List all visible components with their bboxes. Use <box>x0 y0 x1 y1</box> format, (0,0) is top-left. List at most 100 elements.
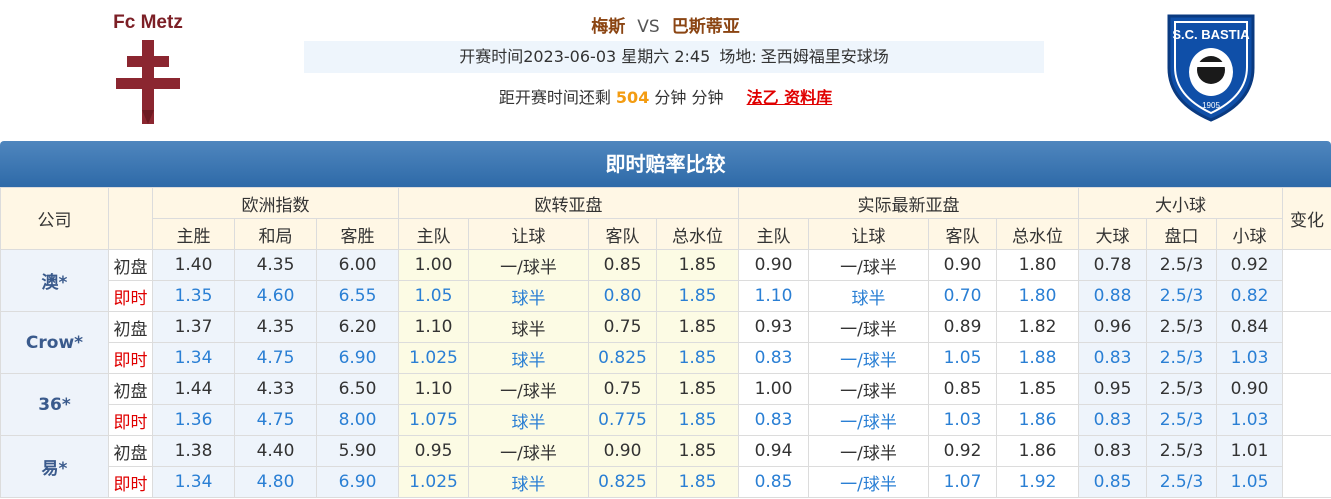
company-name[interactable]: 易* <box>0 435 109 498</box>
odds-cell-draw[interactable]: 4.75 <box>234 404 317 436</box>
odds-cell-e-home[interactable]: 1.10 <box>398 373 469 405</box>
odds-cell-e-away[interactable]: 0.825 <box>588 342 657 374</box>
odds-cell-e-total[interactable]: 1.85 <box>656 466 739 498</box>
odds-cell-draw[interactable]: 4.40 <box>234 435 317 467</box>
odds-cell-e-total[interactable]: 1.85 <box>656 249 739 281</box>
odds-cell-away[interactable]: 6.55 <box>316 280 399 312</box>
odds-cell-away[interactable]: 6.90 <box>316 466 399 498</box>
odds-cell-e-hcp[interactable]: 一/球半 <box>468 249 589 281</box>
odds-cell-a-away[interactable]: 0.92 <box>928 435 997 467</box>
odds-cell-a-away[interactable]: 1.07 <box>928 466 997 498</box>
odds-cell-a-home[interactable]: 1.00 <box>738 373 809 405</box>
odds-cell-a-hcp[interactable]: 一/球半 <box>808 404 929 436</box>
odds-cell-e-total[interactable]: 1.85 <box>656 373 739 405</box>
odds-cell-a-away[interactable]: 0.90 <box>928 249 997 281</box>
odds-cell-e-total[interactable]: 1.85 <box>656 404 739 436</box>
odds-cell-e-total[interactable]: 1.85 <box>656 435 739 467</box>
change-cell[interactable] <box>1282 373 1331 436</box>
odds-cell-e-away[interactable]: 0.825 <box>588 466 657 498</box>
odds-cell-away[interactable]: 8.00 <box>316 404 399 436</box>
odds-cell-line[interactable]: 2.5/3 <box>1146 311 1217 343</box>
odds-cell-a-home[interactable]: 0.94 <box>738 435 809 467</box>
odds-cell-small[interactable]: 0.84 <box>1215 311 1284 343</box>
odds-cell-e-hcp[interactable]: 球半 <box>468 280 589 312</box>
odds-cell-line[interactable]: 2.5/3 <box>1146 249 1217 281</box>
odds-cell-big[interactable]: 0.96 <box>1078 311 1147 343</box>
odds-cell-e-total[interactable]: 1.85 <box>656 280 739 312</box>
odds-cell-small[interactable]: 0.90 <box>1215 373 1284 405</box>
odds-cell-a-away[interactable]: 1.03 <box>928 404 997 436</box>
odds-cell-draw[interactable]: 4.35 <box>234 311 317 343</box>
odds-cell-home[interactable]: 1.35 <box>152 280 235 312</box>
odds-cell-e-home[interactable]: 1.00 <box>398 249 469 281</box>
odds-cell-a-total[interactable]: 1.86 <box>996 435 1079 467</box>
odds-cell-a-total[interactable]: 1.80 <box>996 249 1079 281</box>
odds-cell-away[interactable]: 6.00 <box>316 249 399 281</box>
odds-cell-e-hcp[interactable]: 球半 <box>468 466 589 498</box>
odds-cell-a-home[interactable]: 0.93 <box>738 311 809 343</box>
odds-cell-big[interactable]: 0.88 <box>1078 280 1147 312</box>
away-team-logo[interactable]: S.C. BASTIA 1905 <box>1163 10 1259 124</box>
odds-cell-a-home[interactable]: 0.83 <box>738 404 809 436</box>
odds-cell-e-total[interactable]: 1.85 <box>656 342 739 374</box>
odds-cell-a-away[interactable]: 1.05 <box>928 342 997 374</box>
odds-cell-a-total[interactable]: 1.85 <box>996 373 1079 405</box>
odds-cell-home[interactable]: 1.37 <box>152 311 235 343</box>
odds-cell-home[interactable]: 1.34 <box>152 342 235 374</box>
change-cell[interactable] <box>1282 435 1331 498</box>
odds-cell-e-away[interactable]: 0.90 <box>588 435 657 467</box>
odds-cell-draw[interactable]: 4.35 <box>234 249 317 281</box>
odds-cell-e-hcp[interactable]: 球半 <box>468 311 589 343</box>
odds-cell-e-home[interactable]: 1.075 <box>398 404 469 436</box>
odds-cell-draw[interactable]: 4.75 <box>234 342 317 374</box>
odds-cell-small[interactable]: 1.05 <box>1215 466 1284 498</box>
odds-cell-e-home[interactable]: 1.05 <box>398 280 469 312</box>
odds-cell-a-total[interactable]: 1.80 <box>996 280 1079 312</box>
odds-cell-a-hcp[interactable]: 球半 <box>808 280 929 312</box>
odds-cell-away[interactable]: 5.90 <box>316 435 399 467</box>
odds-cell-small[interactable]: 0.92 <box>1215 249 1284 281</box>
change-cell[interactable] <box>1282 249 1331 312</box>
odds-cell-a-hcp[interactable]: 一/球半 <box>808 249 929 281</box>
odds-cell-big[interactable]: 0.83 <box>1078 404 1147 436</box>
odds-cell-a-away[interactable]: 0.70 <box>928 280 997 312</box>
odds-cell-e-away[interactable]: 0.85 <box>588 249 657 281</box>
odds-cell-home[interactable]: 1.34 <box>152 466 235 498</box>
odds-cell-small[interactable]: 1.03 <box>1215 342 1284 374</box>
odds-cell-a-total[interactable]: 1.82 <box>996 311 1079 343</box>
league-database-link[interactable]: 法乙 资料库 <box>747 88 833 107</box>
odds-cell-line[interactable]: 2.5/3 <box>1146 342 1217 374</box>
odds-cell-e-home[interactable]: 1.025 <box>398 466 469 498</box>
odds-cell-a-hcp[interactable]: 一/球半 <box>808 373 929 405</box>
odds-cell-big[interactable]: 0.78 <box>1078 249 1147 281</box>
odds-cell-e-hcp[interactable]: 球半 <box>468 404 589 436</box>
odds-cell-a-home[interactable]: 0.83 <box>738 342 809 374</box>
odds-cell-home[interactable]: 1.36 <box>152 404 235 436</box>
company-name[interactable]: 36* <box>0 373 109 436</box>
odds-cell-away[interactable]: 6.90 <box>316 342 399 374</box>
odds-cell-e-away[interactable]: 0.775 <box>588 404 657 436</box>
odds-cell-big[interactable]: 0.83 <box>1078 435 1147 467</box>
odds-cell-a-hcp[interactable]: 一/球半 <box>808 342 929 374</box>
odds-cell-e-away[interactable]: 0.80 <box>588 280 657 312</box>
change-cell[interactable] <box>1282 311 1331 374</box>
odds-cell-a-away[interactable]: 0.85 <box>928 373 997 405</box>
odds-cell-small[interactable]: 1.01 <box>1215 435 1284 467</box>
odds-cell-home[interactable]: 1.40 <box>152 249 235 281</box>
odds-cell-big[interactable]: 0.83 <box>1078 342 1147 374</box>
odds-cell-e-hcp[interactable]: 球半 <box>468 342 589 374</box>
odds-cell-e-home[interactable]: 1.10 <box>398 311 469 343</box>
odds-cell-draw[interactable]: 4.33 <box>234 373 317 405</box>
odds-cell-e-hcp[interactable]: 一/球半 <box>468 373 589 405</box>
odds-cell-a-total[interactable]: 1.92 <box>996 466 1079 498</box>
odds-cell-a-hcp[interactable]: 一/球半 <box>808 466 929 498</box>
odds-cell-away[interactable]: 6.50 <box>316 373 399 405</box>
away-team-name[interactable]: 巴斯蒂亚 <box>672 17 740 37</box>
odds-cell-a-home[interactable]: 0.90 <box>738 249 809 281</box>
company-name[interactable]: Crow* <box>0 311 109 374</box>
odds-cell-big[interactable]: 0.85 <box>1078 466 1147 498</box>
odds-cell-e-home[interactable]: 0.95 <box>398 435 469 467</box>
odds-cell-a-home[interactable]: 1.10 <box>738 280 809 312</box>
odds-cell-a-total[interactable]: 1.86 <box>996 404 1079 436</box>
home-team-name[interactable]: 梅斯 <box>591 17 625 37</box>
